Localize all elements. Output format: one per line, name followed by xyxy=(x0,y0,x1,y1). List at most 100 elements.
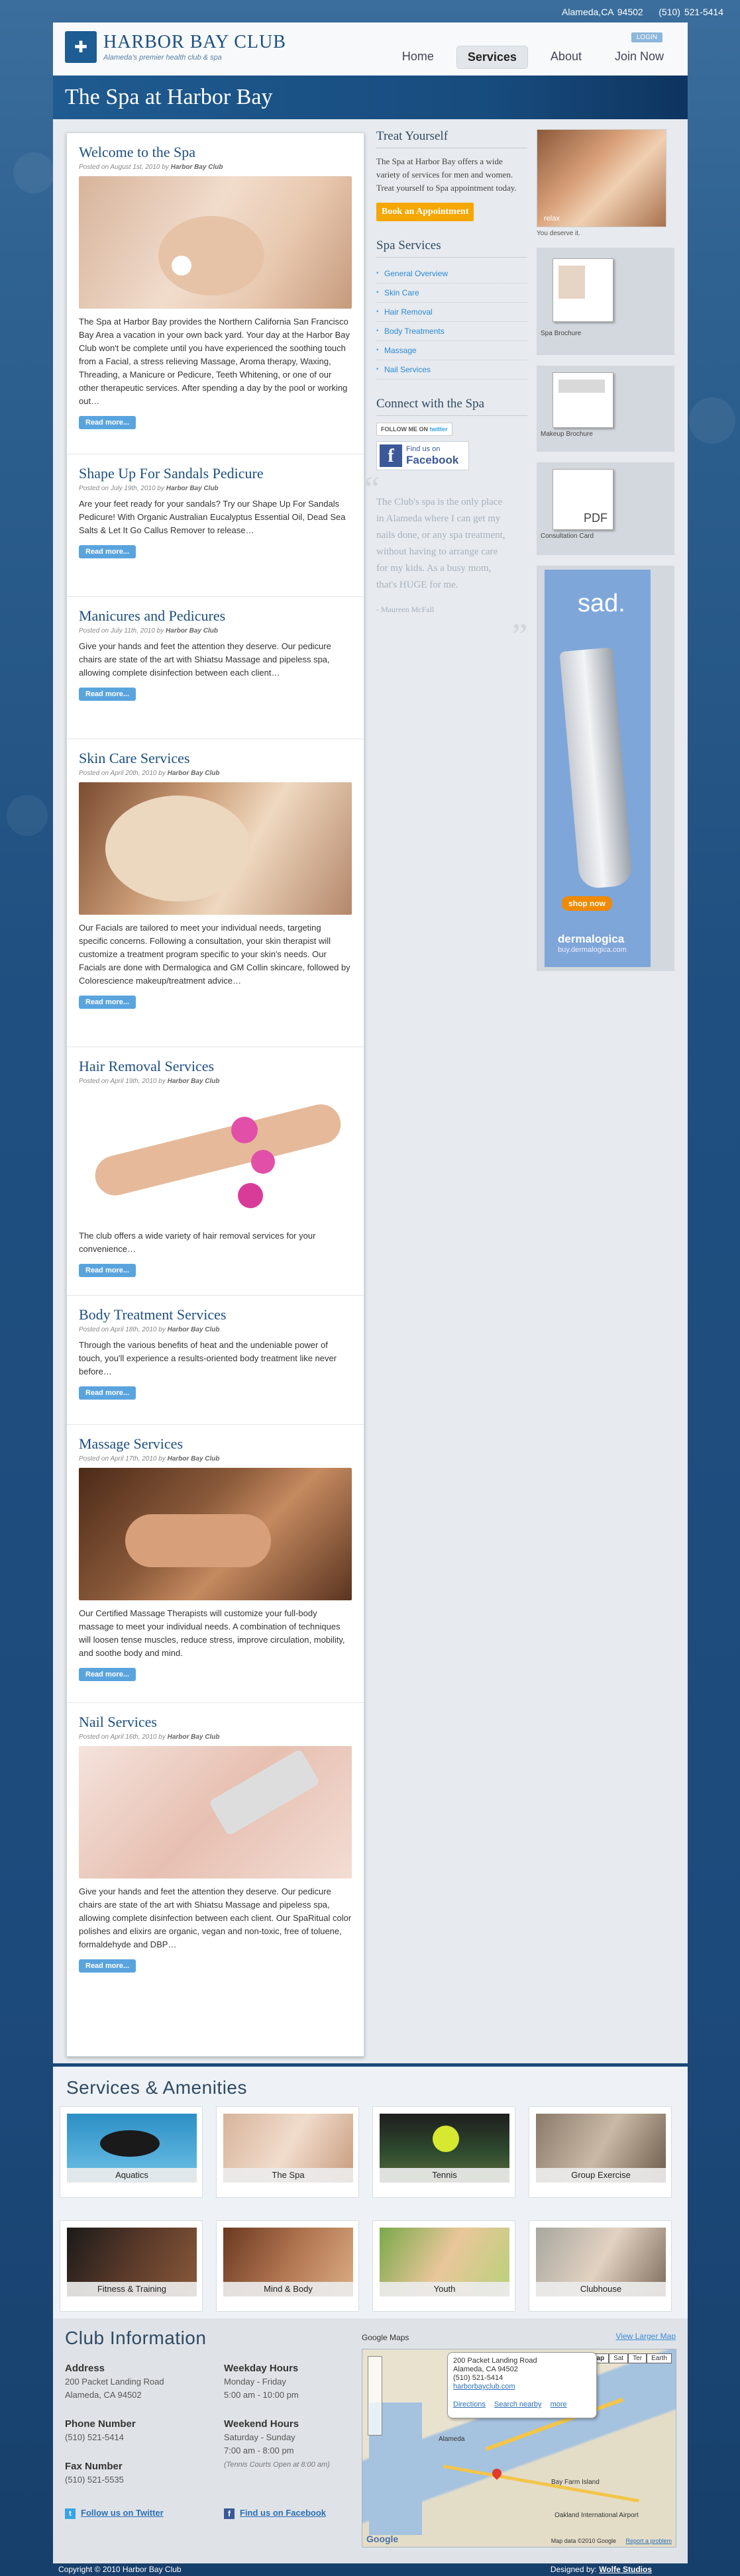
post-meta: Posted on April 16th, 2010 by Harbor Bay… xyxy=(79,1733,220,1741)
read-more-button[interactable]: Read more... xyxy=(79,1668,136,1681)
view-larger-map-link[interactable]: View Larger Map xyxy=(616,2332,676,2341)
post-excerpt: Our Facials are tailored to meet your in… xyxy=(79,923,350,986)
read-more-button[interactable]: Read more... xyxy=(79,545,136,558)
read-more-button[interactable]: Read more... xyxy=(79,1264,136,1277)
amenity-label: Tennis xyxy=(380,2168,509,2183)
sidebar-middle: Treat Yourself The Spa at Harbor Bay off… xyxy=(364,129,527,654)
map-type-controls: Map Sat Ter Earth xyxy=(586,2353,672,2363)
amenity-clubhouse[interactable]: Clubhouse xyxy=(529,2220,672,2312)
post-nail-services: Nail Services Posted on April 16th, 2010… xyxy=(67,1703,364,1981)
designer-link[interactable]: Wolfe Studios xyxy=(599,2565,652,2574)
post-body-treatment: Body Treatment Services Posted on April … xyxy=(67,1296,364,1425)
google-map[interactable]: Alameda Bay Farm Island Oakland Internat… xyxy=(362,2349,676,2548)
facebook-icon: f xyxy=(224,2508,235,2519)
map-search-nearby-link[interactable]: Search nearby xyxy=(494,2400,542,2408)
post-title[interactable]: Skin Care Services xyxy=(79,750,352,767)
map-place-label: Bay Farm Island xyxy=(551,2479,600,2486)
nav-about[interactable]: About xyxy=(540,46,592,69)
map-zoom-control[interactable] xyxy=(368,2356,382,2436)
map-info-window: 200 Packet Landing Road Alameda, CA 9450… xyxy=(447,2352,597,2418)
facebook-link[interactable]: f Find us on Facebook xyxy=(224,2506,326,2520)
amenity-mind-body[interactable]: Mind & Body xyxy=(216,2220,359,2312)
spa-link-body-treatments[interactable]: Body Treatments xyxy=(384,327,445,336)
post-meta: Posted on July 19th, 2010 by Harbor Bay … xyxy=(79,485,219,492)
read-more-button[interactable]: Read more... xyxy=(79,416,136,429)
map-directions-link[interactable]: Directions xyxy=(453,2400,486,2408)
post-excerpt: Our Certified Massage Therapists will cu… xyxy=(79,1608,345,1658)
post-meta: Posted on April 20th, 2010 by Harbor Bay… xyxy=(79,770,220,777)
spa-link-massage[interactable]: Massage xyxy=(384,346,417,355)
read-more-button[interactable]: Read more... xyxy=(79,1386,136,1400)
ad-shop-now-button[interactable]: shop now xyxy=(562,896,612,911)
post-title[interactable]: Body Treatment Services xyxy=(79,1306,352,1323)
amenity-fitness-training[interactable]: Fitness & Training xyxy=(60,2220,203,2312)
post-title[interactable]: Welcome to the Spa xyxy=(79,144,352,161)
twitter-link[interactable]: t Follow us on Twitter xyxy=(65,2506,164,2520)
spa-service-item: Hair Removal xyxy=(376,303,527,322)
nav-services[interactable]: Services xyxy=(456,46,528,69)
read-more-button[interactable]: Read more... xyxy=(79,688,136,701)
post-title[interactable]: Hair Removal Services xyxy=(79,1058,352,1075)
doc-caption: Makeup Brochure xyxy=(541,431,593,438)
doc-makeup-brochure[interactable]: Makeup Brochure xyxy=(537,366,674,452)
amenity-tennis[interactable]: Tennis xyxy=(372,2106,515,2198)
doc-caption: Consultation Card xyxy=(541,533,594,540)
post-excerpt: Are your feet ready for your sandals? Tr… xyxy=(79,499,346,535)
spa-service-item: General Overview xyxy=(376,264,527,283)
post-sandals-pedicure: Shape Up For Sandals Pedicure Posted on … xyxy=(67,454,364,597)
amenity-label: Group Exercise xyxy=(536,2168,666,2183)
sidebar-right: relax You deserve it. Spa Brochure Makeu… xyxy=(537,129,674,982)
doc-spa-brochure[interactable]: Spa Brochure xyxy=(537,248,674,355)
amenity-youth[interactable]: Youth xyxy=(372,2220,515,2312)
logo[interactable]: ✚ HARBOR BAY CLUB Alameda's premier heal… xyxy=(65,31,286,63)
book-appointment-button[interactable]: Book an Appointment xyxy=(376,203,474,221)
spa-link-general-overview[interactable]: General Overview xyxy=(384,269,448,278)
main-nav: Home Services About Join Now xyxy=(380,46,674,69)
nav-home[interactable]: Home xyxy=(392,46,445,69)
doc-consultation-card[interactable]: PDF Consultation Card xyxy=(537,462,674,555)
spa-link-skin-care[interactable]: Skin Care xyxy=(384,288,419,297)
twitter-follow-badge[interactable]: FOLLOW ME ON twitter xyxy=(376,423,452,436)
treat-yourself-text: The Spa at Harbor Bay offers a wide vari… xyxy=(376,156,517,193)
amenity-aquatics[interactable]: Aquatics xyxy=(60,2106,203,2198)
post-meta: Posted on April 18th, 2010 by Harbor Bay… xyxy=(79,1326,220,1333)
read-more-button[interactable]: Read more... xyxy=(79,1959,136,1973)
weekend-hours: Weekend Hours Saturday - Sunday 7:00 am - … xyxy=(224,2418,330,2469)
spa-link-nail-services[interactable]: Nail Services xyxy=(384,365,431,374)
map-report-link[interactable]: Report a problem xyxy=(625,2538,672,2544)
post-manicures: Manicures and Pedicures Posted on July 1… xyxy=(67,597,364,739)
logo-icon: ✚ xyxy=(65,31,97,63)
map-type-earth[interactable]: Earth xyxy=(647,2353,672,2363)
map-address-1: 200 Packet Landing Road xyxy=(453,2357,537,2365)
post-title[interactable]: Massage Services xyxy=(79,1435,352,1453)
ad-banner[interactable]: sad. shop now dermalogica buy.dermalogic… xyxy=(545,570,651,967)
spa-link-hair-removal[interactable]: Hair Removal xyxy=(384,307,433,317)
post-title[interactable]: Shape Up For Sandals Pedicure xyxy=(79,465,352,482)
ad-dermalogica[interactable]: sad. shop now dermalogica buy.dermalogic… xyxy=(537,566,674,971)
map-website-link[interactable]: harborbayclub.com xyxy=(453,2383,591,2391)
map-type-ter[interactable]: Ter xyxy=(628,2353,647,2363)
amenity-the-spa[interactable]: The Spa xyxy=(216,2106,359,2198)
login-button[interactable]: LOGIN xyxy=(631,32,662,42)
page-title: The Spa at Harbor Bay xyxy=(53,76,688,119)
ad-tube-image xyxy=(559,647,633,890)
post-excerpt: Through the various benefits of heat and… xyxy=(79,1340,337,1376)
testimonial: “ The Club's spa is the only place in Al… xyxy=(364,472,527,654)
map-more-link[interactable]: more xyxy=(551,2400,567,2408)
map-type-sat[interactable]: Sat xyxy=(609,2353,629,2363)
relax-promo[interactable]: relax You deserve it. xyxy=(537,129,674,237)
relax-image: relax xyxy=(537,129,666,227)
read-more-button[interactable]: Read more... xyxy=(79,996,136,1009)
nav-join-now[interactable]: Join Now xyxy=(604,46,674,69)
facebook-badge[interactable]: f Find us on Facebook xyxy=(376,441,469,470)
open-quote-icon: “ xyxy=(364,470,380,508)
amenity-label: Mind & Body xyxy=(223,2282,353,2296)
post-title[interactable]: Manicures and Pedicures xyxy=(79,607,352,625)
spa-service-item: Nail Services xyxy=(376,360,527,380)
post-excerpt: The club offers a wide variety of hair r… xyxy=(79,1231,316,1254)
post-title[interactable]: Nail Services xyxy=(79,1714,352,1731)
twitter-icon: t xyxy=(65,2508,76,2519)
amenity-group-exercise[interactable]: Group Exercise xyxy=(529,2106,672,2198)
post-skin-care: Skin Care Services Posted on April 20th,… xyxy=(67,739,364,1047)
amenity-label: Fitness & Training xyxy=(67,2282,197,2296)
